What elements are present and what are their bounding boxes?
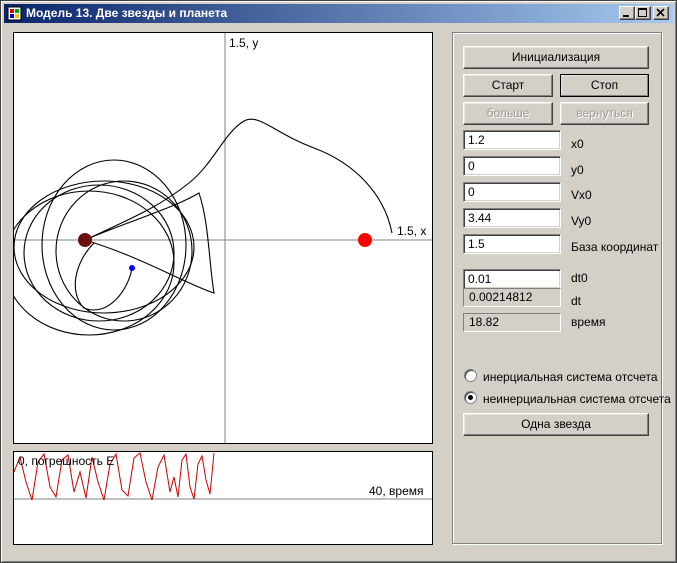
- trajectory-canvas: [14, 33, 432, 443]
- radio-inertial[interactable]: [464, 369, 477, 382]
- radio-noninertial-label: неинерциальная система отсчета: [483, 392, 671, 406]
- coord-base-input[interactable]: [463, 234, 561, 254]
- dt-label: dt: [571, 294, 582, 308]
- window-title: Модель 13. Две звезды и планета: [26, 6, 228, 20]
- stop-button[interactable]: Стоп: [560, 74, 649, 97]
- dt0-label: dt0: [571, 271, 588, 285]
- vy0-label: Vy0: [571, 214, 592, 228]
- time-label: время: [571, 315, 606, 329]
- vx0-label: Vx0: [571, 188, 592, 202]
- planet: [129, 265, 135, 271]
- x-axis-label: 1.5, x: [397, 224, 427, 238]
- star-one: [78, 233, 92, 247]
- trajectory-plot: 1.5, y 1.5, x: [13, 32, 433, 444]
- radio-inertial-label: инерциальная система отсчета: [483, 370, 658, 384]
- app-icon: [7, 6, 22, 21]
- start-button[interactable]: Старт: [463, 74, 553, 97]
- dt-readout: 0.00214812: [463, 288, 561, 307]
- y0-input[interactable]: [463, 156, 561, 176]
- minimize-button[interactable]: [619, 6, 635, 20]
- error-x-label: 40, время: [369, 484, 424, 498]
- y0-label: y0: [571, 163, 584, 177]
- y-axis-label: 1.5, y: [229, 36, 259, 50]
- app-window: Модель 13. Две звезды и планета 1.5, y 1…: [0, 0, 677, 563]
- dt0-input[interactable]: [463, 269, 561, 289]
- radio-noninertial[interactable]: [464, 391, 477, 404]
- vx0-input[interactable]: [463, 182, 561, 202]
- coord-base-label: База координат: [571, 240, 659, 254]
- planet-trajectory: [14, 118, 393, 336]
- init-button[interactable]: Инициализация: [463, 46, 649, 69]
- more-button[interactable]: больше: [463, 102, 553, 125]
- close-button[interactable]: [653, 6, 669, 20]
- close-icon: [656, 8, 665, 17]
- title-bar: Модель 13. Две звезды и планета: [4, 4, 673, 23]
- vy0-input[interactable]: [463, 208, 561, 228]
- time-readout: 18.82: [463, 313, 561, 332]
- back-button[interactable]: вернуться: [560, 102, 649, 125]
- maximize-icon: [638, 8, 647, 17]
- x0-input[interactable]: [463, 130, 561, 150]
- x0-label: x0: [571, 137, 584, 151]
- error-y-label: 0, погрешность E: [18, 454, 115, 468]
- star-two: [358, 233, 372, 247]
- maximize-button[interactable]: [635, 6, 651, 20]
- minimize-icon: [623, 15, 629, 17]
- one-star-button[interactable]: Одна звезда: [463, 413, 649, 436]
- error-plot: 0, погрешность E 40, время: [13, 451, 433, 545]
